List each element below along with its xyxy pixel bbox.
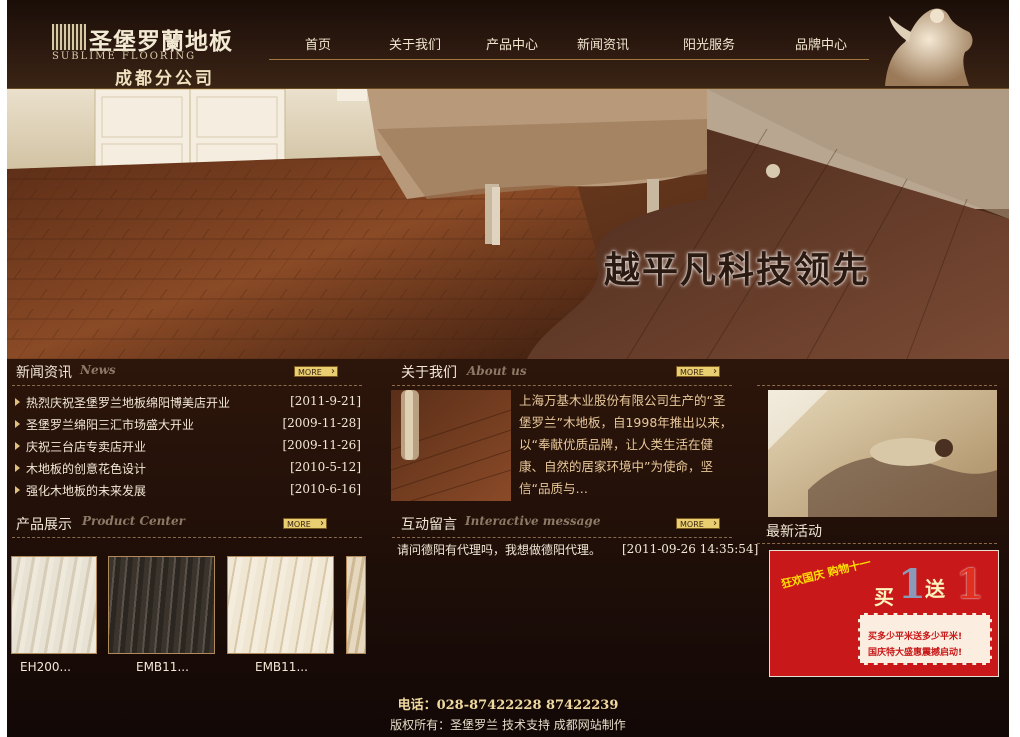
nav-item-news[interactable]: 新闻资讯 xyxy=(577,34,629,53)
promo-buy: 买 xyxy=(874,585,894,609)
about-title-en: About us xyxy=(467,364,527,378)
product-label[interactable]: EMB11... xyxy=(255,660,308,674)
logo-english: SUBLIME FLOORING xyxy=(52,51,197,62)
header: 圣堡罗蘭地板 SUBLIME FLOORING 成都分公司 首页 关于我们 产品… xyxy=(7,0,1009,90)
news-title: 新闻资讯 xyxy=(16,365,72,381)
product-thumbnail[interactable] xyxy=(227,556,334,654)
promo-one-a: 1 xyxy=(898,561,926,608)
promo-one-b: 1 xyxy=(956,561,984,608)
message-time: [2011-09-26 14:35:54] xyxy=(622,542,759,556)
room-scene-image xyxy=(7,89,1009,359)
activity-photo[interactable] xyxy=(768,390,997,517)
activities-title: 最新活动 xyxy=(766,524,822,540)
about-title: 关于我们 xyxy=(401,365,457,381)
product-label[interactable]: EMB11... xyxy=(136,660,189,674)
news-item-date: [2009-11-26] xyxy=(282,438,361,452)
news-item[interactable]: 圣堡罗兰绵阳三汇市场盛大开业 [2009-11-28] xyxy=(15,415,361,437)
products-divider xyxy=(12,537,362,538)
products-title-en: Product Center xyxy=(82,514,185,528)
bullet-arrow-icon xyxy=(15,486,20,494)
page-frame: 圣堡罗蘭地板 SUBLIME FLOORING 成都分公司 首页 关于我们 产品… xyxy=(7,0,1009,737)
message-text[interactable]: 请问德阳有代理吗，我想做德阳代理。 xyxy=(397,541,601,558)
messages-title-en: Interactive message xyxy=(465,514,601,528)
news-item-date: [2009-11-28] xyxy=(282,416,361,430)
nav-underline xyxy=(269,59,869,60)
news-item-date: [2010-5-12] xyxy=(290,460,361,474)
activity-divider-bottom xyxy=(757,543,997,544)
product-thumbnail[interactable] xyxy=(346,556,366,654)
bullet-arrow-icon xyxy=(15,398,20,406)
news-item-title[interactable]: 庆祝三台店专卖店开业 xyxy=(26,438,146,455)
news-item-title[interactable]: 圣堡罗兰绵阳三汇市场盛大开业 xyxy=(26,416,194,433)
news-more-button[interactable]: MORE xyxy=(294,366,338,377)
statue-icon xyxy=(885,8,973,86)
news-item-title[interactable]: 热烈庆祝圣堡罗兰地板绵阳博美店开业 xyxy=(26,394,230,411)
promo-coupon: 买多少平米送多少平米! 国庆特大盛惠震撼启动! xyxy=(858,613,992,665)
news-item[interactable]: 热烈庆祝圣堡罗兰地板绵阳博美店开业 [2011-9-21] xyxy=(15,393,361,415)
activity-divider-top xyxy=(757,385,997,386)
nav-item-brand[interactable]: 品牌中心 xyxy=(795,34,847,53)
promo-give: 送 xyxy=(925,577,945,601)
messages-divider xyxy=(392,537,732,538)
promo-banner[interactable]: 狂欢国庆 购物十一 买 1 送 1 买多少平米送多少平米! 国庆特大盛惠震撼启动… xyxy=(769,550,999,677)
promo-line-1: 买多少平米送多少平米! xyxy=(868,632,963,642)
news-item[interactable]: 庆祝三台店专卖店开业 [2009-11-26] xyxy=(15,437,361,459)
about-more-button[interactable]: MORE xyxy=(676,366,720,377)
promo-line-2: 国庆特大盛惠震撼启动! xyxy=(868,648,963,658)
news-item[interactable]: 强化木地板的未来发展 [2010-6-16] xyxy=(15,481,361,503)
products-title: 产品展示 xyxy=(16,517,72,533)
product-label[interactable]: EH200... xyxy=(20,660,71,674)
about-floor-image[interactable] xyxy=(391,390,511,501)
about-divider xyxy=(392,385,732,386)
footer-copyright: 版权所有：圣堡罗兰 技术支持 成都网站制作 xyxy=(390,718,626,732)
nav-item-service[interactable]: 阳光服务 xyxy=(683,34,735,53)
about-description: 上海万基木业股份有限公司生产的“圣堡罗兰”木地板，自1998年推出以来，以“奉献… xyxy=(519,393,733,496)
nav-item-home[interactable]: 首页 xyxy=(305,34,331,53)
nav-item-about[interactable]: 关于我们 xyxy=(389,34,441,53)
news-divider xyxy=(12,385,362,386)
bullet-arrow-icon xyxy=(15,420,20,428)
logo-branch: 成都分公司 xyxy=(115,69,215,89)
promo-headline: 狂欢国庆 购物十一 xyxy=(779,556,873,591)
news-item-title[interactable]: 木地板的创意花色设计 xyxy=(26,460,146,477)
banner-slogan: 越平凡科技领先 xyxy=(604,249,871,291)
messages-title: 互动留言 xyxy=(401,517,457,533)
news-item[interactable]: 木地板的创意花色设计 [2010-5-12] xyxy=(15,459,361,481)
messages-more-button[interactable]: MORE xyxy=(676,518,720,529)
logo-mark-icon xyxy=(52,24,86,50)
news-item-date: [2011-9-21] xyxy=(290,394,361,408)
hero-banner: 越平凡科技领先 xyxy=(7,89,1009,359)
news-item-title[interactable]: 强化木地板的未来发展 xyxy=(26,482,146,499)
news-title-en: News xyxy=(80,363,116,377)
bullet-arrow-icon xyxy=(15,464,20,472)
bullet-arrow-icon xyxy=(15,442,20,450)
footer-phone: 电话：028-87422228 87422239 xyxy=(397,698,619,713)
products-more-button[interactable]: MORE xyxy=(283,518,327,529)
product-thumbnail[interactable] xyxy=(11,556,97,654)
product-thumbnail[interactable] xyxy=(108,556,215,654)
news-item-date: [2010-6-16] xyxy=(290,482,361,496)
nav-item-products[interactable]: 产品中心 xyxy=(486,34,538,53)
